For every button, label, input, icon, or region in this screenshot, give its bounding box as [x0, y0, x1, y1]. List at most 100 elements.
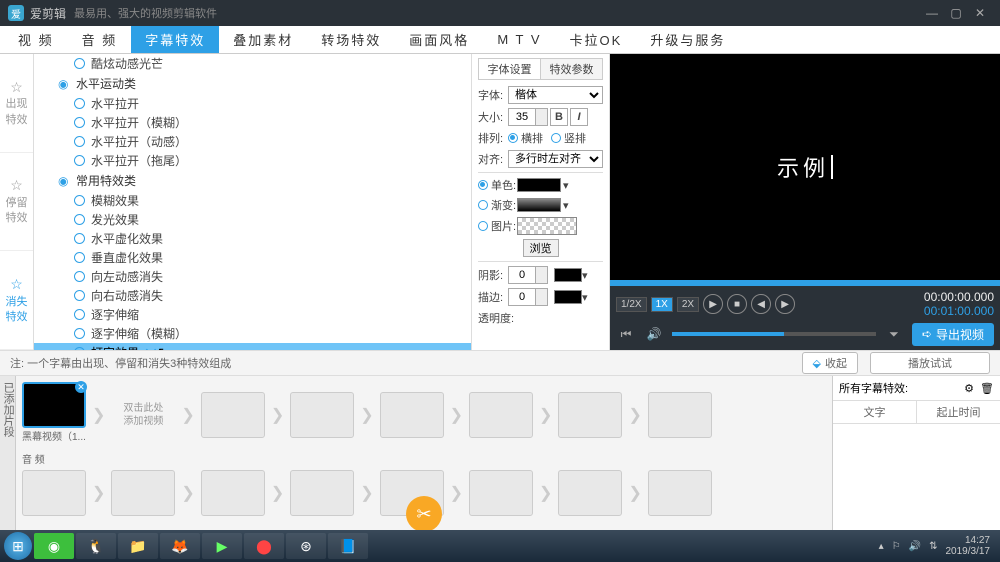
minimize-button[interactable]: —	[920, 4, 944, 22]
system-clock[interactable]: 14:272019/3/17	[946, 535, 991, 557]
main-tab-0[interactable]: 视 频	[4, 26, 68, 53]
next-frame-button[interactable]: ▶	[775, 294, 795, 314]
gradient-swatch[interactable]	[517, 198, 561, 212]
effect-item[interactable]: 逐字伸缩	[34, 305, 471, 324]
effect-item[interactable]: 模糊效果	[34, 191, 471, 210]
speed-1x[interactable]: 1X	[651, 297, 673, 312]
stroke-input[interactable]	[508, 288, 536, 306]
clip-slot[interactable]	[290, 392, 354, 438]
effect-item[interactable]: 酷炫动感光芒	[34, 54, 471, 73]
effect-group[interactable]: ◉常用特效类	[34, 170, 471, 191]
rewind-icon[interactable]: ⏮	[616, 326, 636, 342]
stroke-color[interactable]	[554, 290, 582, 304]
tray-flag-icon[interactable]: ⚐	[892, 541, 901, 552]
arrange-h-radio[interactable]	[508, 133, 518, 143]
gear-icon[interactable]: ⚙	[964, 382, 974, 395]
main-tab-5[interactable]: 画面风格	[395, 26, 483, 53]
test-play-button[interactable]: 播放试试	[870, 352, 990, 374]
main-tab-1[interactable]: 音 频	[68, 26, 132, 53]
color-solid-radio[interactable]	[478, 180, 488, 190]
clip-slot[interactable]	[469, 392, 533, 438]
taskbar-app-1[interactable]: ◉	[34, 533, 74, 559]
taskbar-app-7[interactable]: ⊛	[286, 533, 326, 559]
main-tab-3[interactable]: 叠加素材	[219, 26, 307, 53]
main-tab-7[interactable]: 卡拉OK	[556, 26, 637, 53]
taskbar-app-4[interactable]: 🦊	[160, 533, 200, 559]
size-spinner[interactable]	[536, 108, 548, 126]
tray-up-icon[interactable]: ▴	[879, 541, 884, 552]
main-tab-6[interactable]: M T V	[483, 26, 555, 53]
side-nav-2[interactable]: ☆消失特效	[0, 251, 33, 350]
clip-slot[interactable]	[648, 392, 712, 438]
effect-item[interactable]: 向左动感消失	[34, 267, 471, 286]
volume-icon[interactable]: 🔊	[644, 326, 664, 342]
effect-item[interactable]: 发光效果	[34, 210, 471, 229]
tray-volume-icon[interactable]: 🔊	[909, 541, 921, 552]
bold-button[interactable]: B	[550, 108, 568, 126]
audio-slot[interactable]	[201, 470, 265, 516]
export-button[interactable]: ➪ 导出视频	[912, 323, 994, 346]
image-swatch[interactable]	[517, 217, 577, 235]
effect-item[interactable]: 水平拉开（模糊）	[34, 113, 471, 132]
speed-2x[interactable]: 2X	[677, 297, 699, 312]
taskbar-app-2[interactable]: 🐧	[76, 533, 116, 559]
marker-icon[interactable]: ⏷	[884, 326, 904, 342]
main-tab-4[interactable]: 转场特效	[307, 26, 395, 53]
align-select[interactable]: 多行时左对齐	[508, 150, 603, 168]
effect-group[interactable]: ◉水平运动类	[34, 73, 471, 94]
size-input[interactable]	[508, 108, 536, 126]
color-swatch[interactable]	[517, 178, 561, 192]
audio-slot[interactable]	[558, 470, 622, 516]
audio-slot[interactable]	[111, 470, 175, 516]
tab-effect-params[interactable]: 特效参数	[540, 59, 602, 79]
audio-slot[interactable]	[469, 470, 533, 516]
audio-slot[interactable]	[290, 470, 354, 516]
taskbar-app-8[interactable]: 📘	[328, 533, 368, 559]
delete-icon[interactable]: 🗑	[980, 382, 994, 395]
browse-button[interactable]: 浏览	[523, 239, 559, 257]
stop-button[interactable]: ■	[727, 294, 747, 314]
effect-item[interactable]: 打字效果↖	[34, 343, 471, 350]
play-button[interactable]: ▶	[703, 294, 723, 314]
cut-button[interactable]: ✂	[406, 496, 442, 530]
close-button[interactable]: ✕	[968, 4, 992, 22]
effect-item[interactable]: 水平拉开	[34, 94, 471, 113]
color-image-radio[interactable]	[478, 221, 488, 231]
shadow-input[interactable]	[508, 266, 536, 284]
volume-slider[interactable]	[672, 332, 876, 336]
audio-slot[interactable]	[22, 470, 86, 516]
clip-thumbnail-1[interactable]	[22, 382, 86, 428]
side-nav-0[interactable]: ☆出现特效	[0, 54, 33, 153]
effect-item[interactable]: 逐字伸缩（模糊）	[34, 324, 471, 343]
font-select[interactable]: 楷体	[508, 86, 603, 104]
shadow-color[interactable]	[554, 268, 582, 282]
start-button[interactable]: ⊞	[4, 532, 32, 560]
clip-slot[interactable]	[201, 392, 265, 438]
collapse-button[interactable]: ⬙收起	[802, 352, 858, 374]
stroke-spinner[interactable]	[536, 288, 548, 306]
effect-item[interactable]: 向右动感消失	[34, 286, 471, 305]
tab-font-settings[interactable]: 字体设置	[479, 59, 540, 79]
maximize-button[interactable]: ▢	[944, 4, 968, 22]
shadow-spinner[interactable]	[536, 266, 548, 284]
arrange-v-radio[interactable]	[551, 133, 561, 143]
clip-slot[interactable]	[380, 392, 444, 438]
effect-item[interactable]: 水平虚化效果	[34, 229, 471, 248]
tray-network-icon[interactable]: ⇅	[929, 541, 937, 552]
add-clip-placeholder[interactable]: 双击此处 添加视频	[111, 402, 175, 428]
main-tab-8[interactable]: 升级与服务	[636, 26, 739, 53]
taskbar-app-3[interactable]: 📁	[118, 533, 158, 559]
effect-item[interactable]: 水平拉开（拖尾）	[34, 151, 471, 170]
color-gradient-radio[interactable]	[478, 200, 488, 210]
main-tab-2[interactable]: 字幕特效	[131, 26, 219, 53]
audio-slot[interactable]	[648, 470, 712, 516]
prev-frame-button[interactable]: ◀	[751, 294, 771, 314]
taskbar-app-5[interactable]: ▶	[202, 533, 242, 559]
clip-slot[interactable]	[558, 392, 622, 438]
speed-half[interactable]: 1/2X	[616, 297, 647, 312]
effect-item[interactable]: 水平拉开（动感）	[34, 132, 471, 151]
italic-button[interactable]: I	[570, 108, 588, 126]
side-nav-1[interactable]: ☆停留特效	[0, 153, 33, 252]
effect-item[interactable]: 垂直虚化效果	[34, 248, 471, 267]
taskbar-app-6[interactable]: ⬤	[244, 533, 284, 559]
